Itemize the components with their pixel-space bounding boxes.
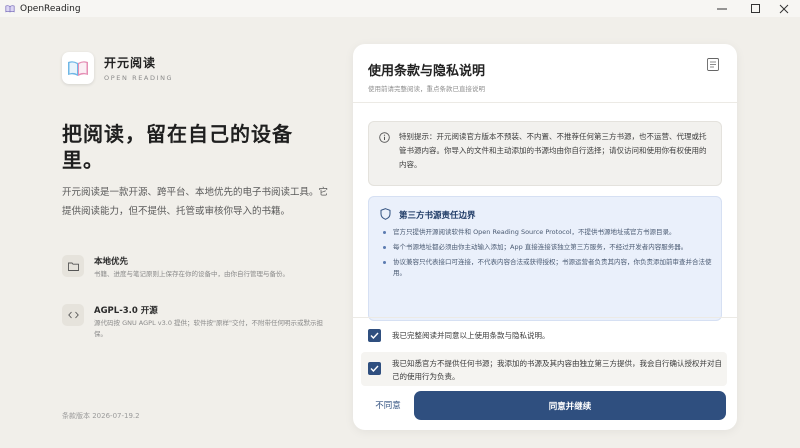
brand-subtitle: OPEN READING (104, 74, 174, 82)
minimize-icon (717, 8, 727, 9)
document-icon[interactable] (707, 58, 719, 71)
acknowledge-sources-row[interactable]: 我已知悉官方不提供任何书源；我添加的书源及其内容由独立第三方提供，我会自行确认授… (368, 357, 722, 383)
agree-terms-row[interactable]: 我已完整阅读并同意以上使用条款与隐私说明。 (368, 329, 550, 342)
acknowledge-sources-label: 我已知悉官方不提供任何书源；我添加的书源及其内容由独立第三方提供，我会自行确认授… (392, 359, 722, 381)
feature-title: 本地优先 (94, 257, 129, 267)
card-title: 使用条款与隐私说明 (368, 64, 486, 79)
app-icon (5, 5, 15, 13)
intro-text: 开元阅读是一款开源、跨平台、本地优先的电子书阅读工具。它提供阅读能力，但不提供、… (62, 187, 329, 217)
close-button[interactable] (768, 0, 800, 17)
list-item: 官方只提供开源阅读软件和 Open Reading Source Protoco… (383, 227, 713, 238)
feature-local-first: 本地优先 书籍、进度与笔记原则上保存在你的设备中，由你自行管理与备份。 (62, 255, 324, 280)
feature-title: AGPL-3.0 开源 (94, 306, 158, 316)
title-bar: OpenReading (0, 0, 800, 17)
page-headline: 把阅读，留在自己的设备里。 (62, 122, 293, 172)
checkmark-icon (370, 365, 379, 372)
acknowledge-sources-checkbox[interactable] (368, 362, 381, 375)
code-icon (62, 304, 84, 326)
feature-open-source: AGPL-3.0 开源 源代码按 GNU AGPL v3.0 提供；软件按"原样… (62, 304, 324, 340)
open-book-icon (68, 61, 88, 76)
list-item: 每个书源地址都必须由你主动输入添加；App 直接连接该独立第三方服务，不经过开发… (383, 242, 713, 253)
boundary-title: 第三方书源责任边界 (399, 211, 476, 221)
folder-icon (62, 255, 84, 277)
divider (353, 317, 737, 318)
shield-icon (380, 208, 391, 220)
agree-terms-checkbox[interactable] (368, 329, 381, 342)
window-title: OpenReading (20, 3, 81, 14)
boundary-list: 官方只提供开源阅读软件和 Open Reading Source Protoco… (383, 227, 713, 283)
brand: 开元阅读 OPEN READING (62, 52, 173, 84)
agree-terms-label: 我已完整阅读并同意以上使用条款与隐私说明。 (392, 331, 550, 340)
checkmark-icon (370, 332, 379, 339)
third-party-boundary: 第三方书源责任边界 官方只提供开源阅读软件和 Open Reading Sour… (368, 196, 722, 321)
terms-version: 条款版本 2026-07-19.2 (62, 412, 140, 420)
divider (353, 102, 737, 103)
info-icon (379, 132, 390, 143)
minimize-button[interactable] (706, 0, 738, 17)
card-subtitle: 使用前请完整阅读，重点条款已直接说明 (368, 85, 485, 93)
close-icon (779, 4, 789, 13)
agree-continue-button[interactable]: 同意并继续 (414, 391, 726, 420)
feature-description: 书籍、进度与笔记原则上保存在你的设备中，由你自行管理与备份。 (94, 270, 289, 278)
brand-name: 开元阅读 (104, 56, 157, 70)
feature-description: 源代码按 GNU AGPL v3.0 提供；软件按"原样"交付，不附带任何明示或… (94, 319, 323, 338)
decline-button[interactable]: 不同意 (368, 393, 408, 417)
app-logo (62, 52, 94, 84)
terms-card: 使用条款与隐私说明 使用前请完整阅读，重点条款已直接说明 特别提示：开元阅读官方… (353, 44, 737, 430)
notice-text: 特别提示：开元阅读官方版本不预装、不内置、不推荐任何第三方书源，也不运营、代理或… (399, 132, 707, 169)
list-item: 协议兼容只代表接口可连接，不代表内容合法或获得授权；书源运营者负责其内容，你负责… (383, 257, 713, 279)
special-notice: 特别提示：开元阅读官方版本不预装、不内置、不推荐任何第三方书源，也不运营、代理或… (368, 121, 722, 186)
maximize-icon (751, 3, 760, 13)
